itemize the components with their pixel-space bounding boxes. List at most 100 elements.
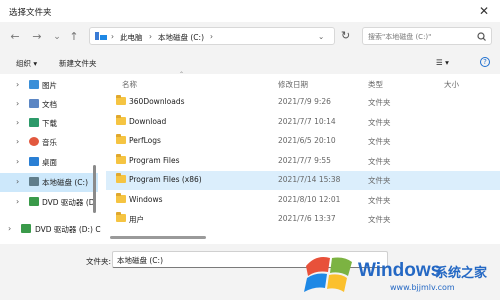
expand-chevron-icon[interactable]: › — [16, 197, 19, 206]
folder-name-value: 本地磁盘 (C:) — [117, 256, 163, 265]
folder-icon — [116, 95, 126, 105]
file-type: 文件夹 — [368, 98, 391, 107]
computer-icon — [95, 32, 107, 40]
file-date: 2021/7/7 9:55 — [278, 155, 331, 165]
new-folder-button[interactable]: 新建文件夹 — [59, 58, 97, 69]
table-row[interactable]: 用户 2021/7/6 13:37 文件夹 — [106, 210, 500, 229]
downloads-icon — [29, 118, 39, 127]
table-row[interactable]: 360Downloads 2021/7/9 9:26 文件夹 — [106, 93, 500, 112]
column-header-name[interactable]: 名称 — [122, 79, 137, 90]
music-icon — [29, 137, 39, 146]
dvd-icon — [29, 197, 39, 206]
recent-locations-icon[interactable]: ⌄ — [50, 30, 64, 44]
watermark-url: www.bjjmlv.com — [390, 283, 455, 292]
documents-icon — [29, 99, 39, 108]
scrollbar-thumb[interactable] — [110, 236, 206, 239]
search-icon — [477, 32, 486, 41]
expand-chevron-icon[interactable]: › — [16, 99, 19, 108]
sidebar-item[interactable]: › DVD 驱动器 (D:) C — [0, 220, 101, 239]
sidebar-item[interactable]: › 桌面 — [0, 153, 98, 172]
folder-field-label: 文件夹: — [86, 257, 112, 266]
sidebar-item-label: DVD 驱动器 (D — [42, 198, 95, 207]
address-bar[interactable]: › 此电脑 › 本地磁盘 (C:) › ⌄ — [89, 27, 335, 45]
close-button[interactable]: ✕ — [476, 3, 492, 19]
refresh-icon[interactable]: ↻ — [341, 29, 350, 42]
file-name: Program Files (x86) — [129, 175, 202, 184]
folder-icon — [116, 114, 126, 125]
sidebar-item-label: 桌面 — [42, 158, 57, 167]
breadcrumb-this-pc[interactable]: 此电脑 — [120, 32, 143, 43]
expand-chevron-icon[interactable]: › — [16, 80, 19, 89]
folder-icon — [116, 192, 126, 203]
breadcrumb-drive[interactable]: 本地磁盘 (C:) — [158, 32, 204, 43]
sidebar-item[interactable]: › 图片 — [0, 76, 98, 95]
file-date: 2021/7/14 15:38 — [278, 175, 341, 184]
expand-chevron-icon[interactable]: › — [16, 118, 19, 127]
column-header-type[interactable]: 类型 — [368, 79, 383, 90]
search-placeholder: 搜索"本地磁盘 (C:)" — [368, 33, 432, 41]
pictures-icon — [29, 80, 39, 89]
sort-arrow-icon: ⌃ — [179, 71, 185, 78]
watermark-brand: Windows — [358, 260, 442, 281]
up-icon[interactable]: ↑ — [67, 30, 81, 44]
breadcrumb-separator: › — [149, 32, 152, 41]
sidebar-item[interactable]: › DVD 驱动器 (D — [0, 193, 98, 212]
file-name: Download — [129, 116, 167, 126]
file-date: 2021/6/5 20:10 — [278, 136, 336, 145]
file-name: Windows — [129, 194, 163, 204]
breadcrumb-separator: › — [210, 32, 213, 41]
file-date: 2021/8/10 12:01 — [278, 194, 341, 204]
expand-chevron-icon[interactable]: › — [16, 157, 19, 166]
view-options-button[interactable]: ☰ ▾ — [436, 58, 449, 67]
address-dropdown-icon[interactable]: ⌄ — [318, 32, 324, 41]
horizontal-scrollbar[interactable] — [106, 236, 500, 240]
sidebar-item[interactable]: › 音乐 — [0, 133, 98, 152]
window-title: 选择文件夹 — [9, 8, 52, 18]
sidebar-item-label: 文档 — [42, 100, 57, 109]
sidebar-item-label: 音乐 — [42, 138, 57, 147]
column-header-modified[interactable]: 修改日期 — [278, 79, 308, 90]
forward-icon[interactable]: → — [30, 30, 44, 44]
file-date: 2021/7/6 13:37 — [278, 214, 336, 223]
drive-icon — [29, 177, 39, 186]
watermark-cn: 系统之家 — [435, 266, 488, 281]
sidebar-item[interactable]: › 下载 — [0, 114, 98, 133]
folder-icon — [116, 173, 126, 183]
table-row[interactable]: Program Files 2021/7/7 9:55 文件夹 — [106, 152, 500, 171]
expand-chevron-icon[interactable]: › — [16, 137, 19, 146]
back-icon[interactable]: ← — [8, 30, 22, 44]
search-input[interactable]: 搜索"本地磁盘 (C:)" — [362, 27, 492, 45]
folder-icon — [116, 212, 126, 222]
sidebar-item-label: 下载 — [42, 119, 57, 128]
file-date: 2021/7/7 10:14 — [278, 116, 336, 126]
file-date: 2021/7/9 9:26 — [278, 97, 331, 106]
help-icon[interactable]: ? — [480, 57, 490, 67]
expand-chevron-icon[interactable]: › — [16, 177, 19, 186]
file-name: PerfLogs — [129, 136, 161, 145]
file-type: 文件夹 — [368, 215, 391, 224]
table-row[interactable]: Windows 2021/8/10 12:01 文件夹 — [106, 191, 500, 210]
organize-button[interactable]: 组织 ▾ — [16, 58, 37, 69]
sidebar-item-label: DVD 驱动器 (D:) C — [35, 225, 101, 234]
table-row[interactable]: PerfLogs 2021/6/5 20:10 文件夹 — [106, 132, 500, 151]
file-type: 文件夹 — [368, 156, 391, 166]
file-name: 360Downloads — [129, 97, 185, 106]
file-type: 文件夹 — [368, 176, 391, 185]
column-header-size[interactable]: 大小 — [444, 79, 459, 90]
expand-chevron-icon[interactable]: › — [8, 224, 11, 233]
desktop-icon — [29, 157, 39, 166]
title-bar — [0, 0, 500, 22]
sidebar-item[interactable]: › 本地磁盘 (C:) — [0, 173, 98, 192]
watermark: Windows 系统之家 www.bjjmlv.com — [298, 246, 500, 300]
table-row[interactable]: Download 2021/7/7 10:14 文件夹 — [106, 113, 500, 132]
file-type: 文件夹 — [368, 117, 391, 127]
file-type: 文件夹 — [368, 137, 391, 146]
file-type: 文件夹 — [368, 195, 391, 205]
folder-icon — [116, 153, 126, 164]
breadcrumb-separator: › — [111, 32, 114, 41]
sidebar-scrollbar[interactable] — [93, 165, 96, 213]
sidebar-item[interactable]: › 文档 — [0, 95, 98, 114]
table-row[interactable]: Program Files (x86) 2021/7/14 15:38 文件夹 — [106, 171, 500, 190]
dvd-icon — [21, 224, 31, 233]
file-name: Program Files — [129, 155, 180, 165]
